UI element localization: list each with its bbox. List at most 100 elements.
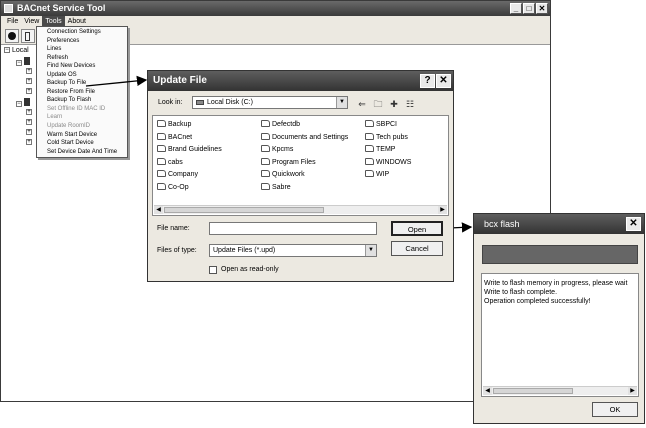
tools-menu-item[interactable]: Backup To Flash	[37, 96, 127, 105]
minimize-button[interactable]: _	[510, 3, 522, 14]
expand-icon[interactable]: +	[26, 88, 32, 95]
tools-menu-item[interactable]: Refresh	[37, 54, 127, 63]
chevron-down-icon[interactable]: ▼	[365, 245, 376, 256]
tree-node[interactable]: +	[26, 109, 34, 116]
dialog-title: Update File	[153, 75, 207, 86]
tree-node[interactable]: +	[26, 88, 34, 95]
log-horizontal-scrollbar[interactable]: ◀ ▶	[483, 386, 637, 395]
folder-name: Co-Op	[168, 184, 189, 191]
new-folder-icon[interactable]: ✚	[388, 99, 400, 109]
flash-close-button[interactable]: ✕	[626, 217, 641, 231]
folder-item[interactable]: TEMP	[365, 145, 395, 155]
tree-node[interactable]: +	[26, 139, 34, 146]
folder-name: Brand Guidelines	[168, 146, 222, 154]
expand-icon[interactable]: +	[26, 109, 32, 116]
tools-menu-item[interactable]: Lines	[37, 45, 127, 54]
tree-node[interactable]: +	[26, 119, 34, 126]
folder-item[interactable]: Co-Op	[157, 183, 189, 193]
scroll-thumb[interactable]	[164, 207, 324, 213]
collapse-icon[interactable]: −	[16, 101, 22, 108]
folder-item[interactable]: Sabre	[261, 183, 291, 193]
folder-icon	[365, 132, 374, 140]
expand-icon[interactable]: +	[26, 139, 32, 146]
open-button[interactable]: Open	[391, 221, 443, 236]
file-name-input[interactable]	[209, 222, 377, 235]
folder-item[interactable]: Defectdb	[261, 120, 300, 130]
tree-node[interactable]: +	[26, 78, 34, 85]
folder-item[interactable]: WINDOWS	[365, 157, 411, 168]
folder-item[interactable]: Program Files	[261, 157, 316, 168]
connect-icon[interactable]	[5, 29, 19, 43]
tools-menu-item[interactable]: Update OS	[37, 71, 127, 80]
up-folder-icon[interactable]: 🗀	[372, 99, 384, 109]
tools-menu-item: Update RoomID	[47, 123, 91, 130]
back-icon[interactable]: ⇐	[356, 99, 368, 109]
scroll-thumb[interactable]	[493, 388, 573, 394]
file-type-select[interactable]: Update Files (*.upd) ▼	[209, 244, 377, 257]
folder-icon	[261, 120, 270, 127]
help-button[interactable]: ?	[420, 74, 435, 88]
folder-item[interactable]: SBPCI	[365, 120, 397, 130]
folder-item[interactable]: WIP	[365, 170, 389, 180]
folder-item[interactable]: Tech pubs	[365, 132, 408, 143]
log-line: Write to flash complete.	[484, 289, 558, 296]
folder-item[interactable]: Kpcms	[261, 145, 293, 155]
tools-menu-item[interactable]: Backup To File	[37, 79, 127, 88]
cancel-button[interactable]: Cancel	[391, 241, 443, 256]
view-menu-icon[interactable]: ☷	[404, 99, 416, 109]
tools-menu-item[interactable]: Find New Devices	[37, 62, 127, 71]
collapse-icon[interactable]: −	[4, 47, 10, 54]
maximize-button[interactable]: □	[523, 3, 535, 14]
expand-icon[interactable]: +	[26, 129, 32, 136]
tools-dropdown-menu: Connection Settings Preferences Lines Refre…	[36, 26, 128, 159]
folder-name: Program Files	[272, 158, 316, 166]
tree-node[interactable]: −	[16, 98, 30, 108]
expand-icon[interactable]: +	[26, 119, 32, 126]
tools-menu-item[interactable]: Restore From File	[37, 88, 127, 97]
close-button[interactable]: ✕	[536, 3, 548, 14]
collapse-icon[interactable]: −	[16, 60, 22, 67]
scroll-left-icon[interactable]: ◀	[483, 387, 492, 395]
dialog-title-bar: Update File ? ✕	[148, 71, 453, 91]
folder-item[interactable]: Company	[157, 170, 198, 180]
expand-icon[interactable]: +	[26, 78, 32, 85]
folder-item[interactable]: Backup	[157, 120, 191, 130]
folder-name: Company	[168, 171, 198, 179]
tools-menu-item[interactable]: Warm Start Device	[37, 131, 127, 140]
folder-name: WIP	[376, 171, 390, 179]
folder-icon	[157, 132, 166, 140]
dialog-close-button[interactable]: ✕	[436, 74, 451, 88]
ok-button[interactable]: OK	[592, 402, 638, 417]
tools-menu-item[interactable]: Preferences	[37, 37, 127, 46]
scroll-right-icon[interactable]: ▶	[438, 206, 447, 214]
window-controls: _ □ ✕	[510, 3, 548, 14]
folder-item[interactable]: Documents and Settings	[261, 132, 348, 143]
menu-file[interactable]: File	[4, 16, 21, 27]
tree-node[interactable]: +	[26, 68, 34, 75]
folder-item[interactable]: Brand Guidelines	[157, 145, 222, 155]
tree-root[interactable]: − Local	[4, 47, 29, 54]
tools-menu-item[interactable]: Connection Settings	[37, 28, 127, 37]
file-type-label: Files of type:	[157, 247, 197, 254]
expand-icon[interactable]: +	[26, 68, 32, 75]
folder-name: Backup	[168, 121, 192, 128]
dialog-toolbar: ⇐ 🗀 ✚ ☷	[356, 99, 416, 109]
readonly-checkbox[interactable]	[209, 266, 217, 274]
folder-item[interactable]: cabs	[157, 157, 183, 168]
chevron-down-icon[interactable]: ▼	[336, 97, 347, 108]
scroll-left-icon[interactable]: ◀	[154, 206, 163, 214]
scroll-right-icon[interactable]: ▶	[628, 387, 637, 395]
look-in-select[interactable]: Local Disk (C:) ▼	[192, 96, 348, 109]
tools-menu-item: Set Offline ID MAC ID	[47, 105, 106, 112]
horizontal-scrollbar[interactable]: ◀ ▶	[154, 205, 447, 214]
tree-node[interactable]: +	[26, 129, 34, 136]
tree-node[interactable]: −	[16, 57, 30, 67]
tools-menu-item[interactable]: Set Device Date And Time	[37, 148, 127, 157]
folder-item[interactable]: Quickwork	[261, 170, 305, 180]
drive-icon	[196, 100, 204, 105]
folder-icon	[365, 145, 374, 153]
folder-item[interactable]: BACnet	[157, 132, 192, 143]
tools-menu-item[interactable]: Cold Start Device	[37, 139, 127, 148]
app-icon	[4, 4, 13, 13]
device-icon[interactable]	[21, 29, 35, 43]
